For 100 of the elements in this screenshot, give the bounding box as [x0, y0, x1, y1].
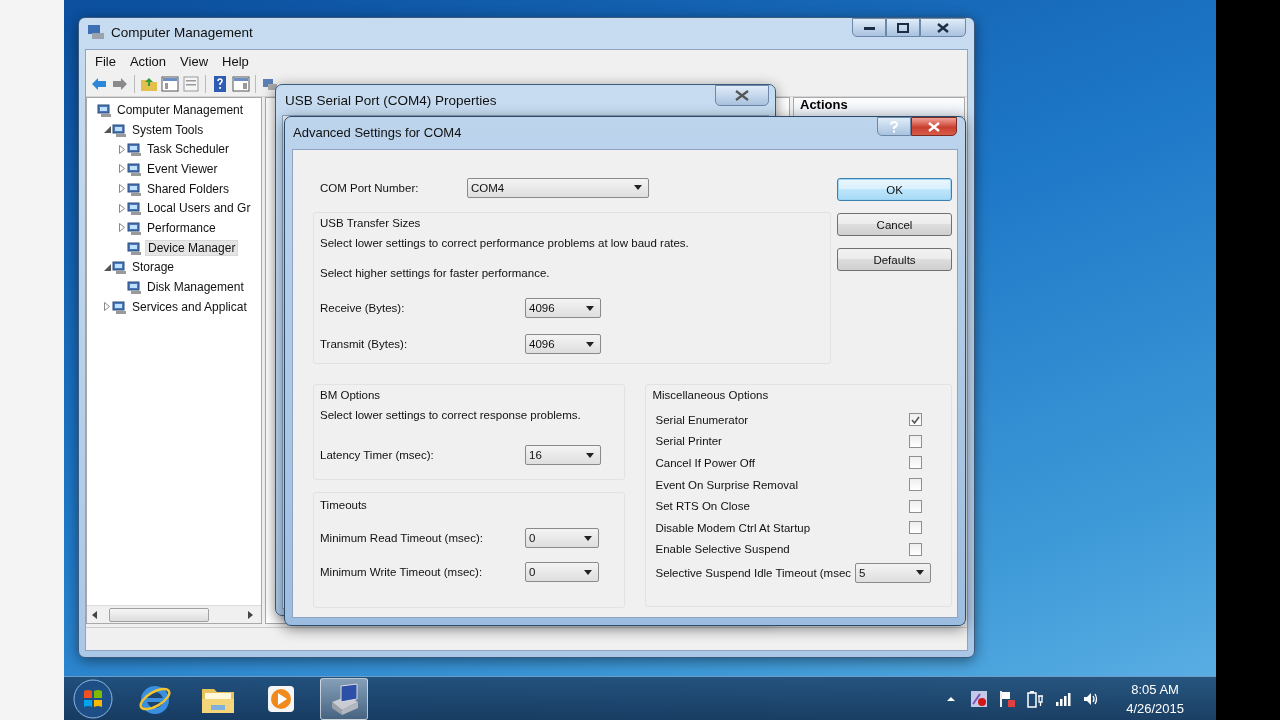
- tree-item[interactable]: Disk Management: [145, 280, 246, 295]
- option-label: Enable Selective Suspend: [655, 543, 791, 556]
- checkbox[interactable]: [909, 542, 922, 556]
- tree-item[interactable]: Event Viewer: [145, 161, 220, 176]
- window-title: USB Serial Port (COM4) Properties: [284, 92, 497, 108]
- properties-icon[interactable]: [182, 75, 200, 93]
- dropdown-caret-icon: [586, 305, 594, 311]
- tree-node-icon: [127, 180, 143, 197]
- group-title: Timeouts: [320, 499, 368, 511]
- menu-item[interactable]: Help: [215, 53, 256, 69]
- tree-item[interactable]: Services and Applicat: [130, 299, 249, 314]
- option-label: Cancel If Power Off: [655, 457, 756, 469]
- media-player-icon[interactable]: [266, 684, 296, 714]
- clock[interactable]: 8:05 AM 4/26/2015: [1126, 680, 1184, 718]
- flag-icon[interactable]: [998, 690, 1017, 708]
- close-button[interactable]: [911, 117, 957, 136]
- field-label: Latency Timer (msec):: [320, 449, 435, 461]
- field-label: COM Port Number:: [319, 181, 420, 194]
- tree-item[interactable]: Device Manager: [145, 239, 239, 256]
- dialog-button[interactable]: Defaults: [837, 248, 952, 271]
- network-tray-icon[interactable]: [970, 690, 989, 708]
- computer-management-icon: [87, 24, 105, 40]
- checkbox[interactable]: [909, 456, 922, 470]
- menu-item[interactable]: Action: [122, 53, 174, 69]
- group-title: BM Options: [320, 389, 382, 401]
- checkbox[interactable]: [909, 521, 922, 535]
- collapsed-arrow-icon[interactable]: [119, 144, 125, 154]
- dropdown[interactable]: 4096: [525, 298, 601, 318]
- tree-item[interactable]: Task Scheduler: [145, 142, 232, 157]
- checkbox[interactable]: [909, 434, 922, 448]
- dropdown-caret-icon: [634, 185, 642, 190]
- menu-item[interactable]: File: [88, 53, 123, 69]
- collapsed-arrow-icon[interactable]: [119, 164, 125, 174]
- tree-node-icon: [97, 101, 113, 118]
- dropdown[interactable]: 16: [525, 445, 601, 465]
- tree-node-icon: [112, 121, 128, 138]
- battery-icon[interactable]: [1026, 690, 1045, 708]
- dropdown[interactable]: 4096: [525, 334, 601, 354]
- collapsed-arrow-icon[interactable]: [119, 223, 125, 233]
- tree-node-icon: [112, 259, 128, 276]
- dropdown-caret-icon: [586, 452, 594, 458]
- tree-node-icon: [112, 298, 128, 315]
- expanded-arrow-icon[interactable]: [103, 263, 111, 271]
- hint-text: Select lower settings to correct response problems.: [320, 409, 582, 421]
- dropdown[interactable]: 5: [855, 562, 931, 583]
- help-icon[interactable]: [211, 75, 229, 93]
- hint-text: Select higher settings for faster performance.: [320, 267, 551, 279]
- tree-item[interactable]: Computer Management: [115, 102, 246, 117]
- window-title: Computer Management: [111, 24, 253, 40]
- scroll-left-icon[interactable]: [91, 610, 97, 619]
- expanded-arrow-icon[interactable]: [103, 126, 111, 134]
- dropdown[interactable]: 0: [525, 562, 599, 582]
- signal-icon[interactable]: [1054, 690, 1073, 708]
- tree-item[interactable]: Shared Folders: [145, 181, 232, 196]
- tree-item[interactable]: Local Users and Gr: [145, 201, 253, 216]
- tree-item[interactable]: Storage: [130, 260, 177, 275]
- tree-node-icon: [127, 239, 143, 256]
- tree-node-icon: [127, 160, 143, 177]
- maximize-button[interactable]: [886, 18, 920, 37]
- dropdown-caret-icon: [584, 569, 592, 575]
- start-button[interactable]: [73, 679, 113, 719]
- folder-up-icon[interactable]: [140, 75, 158, 93]
- forward-arrow-icon[interactable]: [111, 75, 129, 93]
- tree-panel-icon[interactable]: [161, 75, 179, 93]
- dropdown-caret-icon: [584, 535, 592, 541]
- help-button[interactable]: [877, 117, 911, 136]
- dialog-button[interactable]: OK: [837, 178, 952, 201]
- option-label: Set RTS On Close: [655, 500, 751, 513]
- question-mark-icon: [889, 120, 899, 133]
- tree-item[interactable]: System Tools: [130, 122, 206, 137]
- close-button[interactable]: [715, 85, 769, 106]
- dropdown-caret-icon: [916, 570, 924, 576]
- collapsed-arrow-icon[interactable]: [104, 302, 110, 312]
- dropdown[interactable]: 0: [525, 528, 599, 548]
- field-label: Transmit (Bytes):: [320, 338, 409, 350]
- collapsed-arrow-icon[interactable]: [119, 203, 125, 213]
- collapsed-arrow-icon[interactable]: [119, 184, 125, 194]
- menu-item[interactable]: View: [173, 53, 216, 69]
- dropdown[interactable]: COM4: [467, 177, 649, 198]
- maximize-icon: [897, 22, 909, 33]
- checkbox[interactable]: [909, 413, 922, 427]
- field-label: Minimum Write Timeout (msec):: [320, 566, 484, 578]
- tree-node-icon: [127, 219, 143, 236]
- horizontal-scrollbar[interactable]: [87, 605, 261, 623]
- close-button[interactable]: [920, 18, 966, 37]
- dialog-button[interactable]: Cancel: [837, 213, 952, 236]
- actions-header: Actions: [794, 98, 964, 117]
- tree-item[interactable]: Performance: [145, 220, 218, 235]
- minimize-button[interactable]: [852, 18, 886, 37]
- group-title: USB Transfer Sizes: [320, 217, 422, 229]
- close-icon: [735, 90, 749, 101]
- checkbox[interactable]: [909, 499, 922, 513]
- scroll-right-icon[interactable]: [247, 610, 253, 619]
- tree-node-icon: [127, 200, 143, 217]
- close-icon: [937, 22, 949, 33]
- checkbox[interactable]: [909, 478, 922, 492]
- action-pane-icon[interactable]: [232, 75, 250, 93]
- option-label: Event On Surprise Removal: [655, 478, 800, 491]
- dialog-title: Advanced Settings for COM4: [293, 125, 462, 140]
- option-label: Serial Printer: [655, 435, 723, 448]
